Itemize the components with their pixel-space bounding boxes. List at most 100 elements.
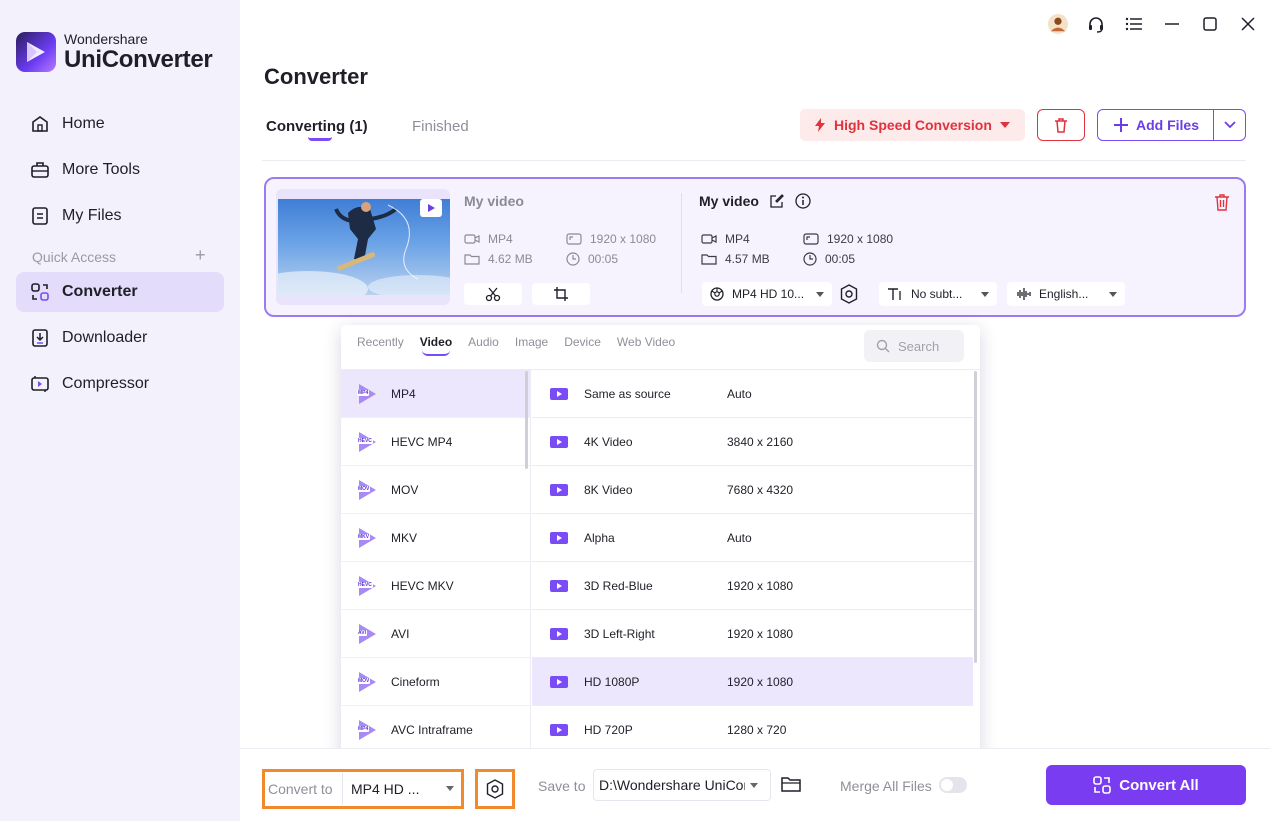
subtitle-select[interactable]: No subt... [879,282,997,306]
edit-icon[interactable] [769,193,785,209]
open-folder-icon[interactable] [781,775,801,798]
source-format: MP4 [464,232,513,246]
sidebar-item-downloader[interactable]: Downloader [16,318,224,358]
source-size: 4.62 MB [464,252,533,266]
preset-list-scrollbar[interactable] [974,371,977,663]
add-files-dropdown[interactable] [1214,110,1245,140]
add-files-main[interactable]: Add Files [1098,110,1213,140]
preset-item[interactable]: Same as source Auto [532,370,973,418]
tab-web-video[interactable]: Web Video [617,335,675,349]
format-item-hevc-mkv[interactable]: HEVC HEVC MKV [341,562,530,610]
add-quick-access-icon[interactable]: + [195,245,206,266]
sidebar-item-my-files[interactable]: My Files [16,196,224,236]
sidebar-item-compressor[interactable]: Compressor [16,364,224,404]
trim-button[interactable] [464,283,522,305]
sidebar-item-label: Compressor [62,375,150,392]
video-thumbnail[interactable] [276,189,450,305]
minimize-icon[interactable] [1162,12,1182,36]
folder-icon [701,254,717,265]
sidebar-item-label: More Tools [62,161,140,178]
convert-all-button[interactable]: Convert All [1046,765,1246,805]
footer-bar: Convert to MP4 HD ... Save to D:\Wonders… [240,748,1270,821]
crop-button[interactable] [532,283,590,305]
sidebar-item-more-tools[interactable]: More Tools [16,150,224,190]
target-duration: 00:05 [803,252,855,266]
sidebar-item-converter[interactable]: Converter [16,272,224,312]
chevron-down-icon [816,291,824,297]
support-headset-icon[interactable] [1086,12,1106,36]
format-item-cineform[interactable]: MOV Cineform [341,658,530,706]
preset-item[interactable]: HD 720P 1280 x 720 [532,706,973,754]
format-badge-icon: MOV [357,671,377,692]
video-preset-icon [550,435,568,448]
high-speed-conversion-button[interactable]: High Speed Conversion [800,109,1025,141]
resolution-icon [803,233,819,245]
preset-item[interactable]: 4K Video 3840 x 2160 [532,418,973,466]
target-file-name-row: My video [699,193,811,209]
merge-all-files-toggle[interactable] [939,777,967,793]
tab-video[interactable]: Video [420,335,452,356]
add-files-button[interactable]: Add Files [1097,109,1246,141]
chevron-down-icon [1109,291,1117,297]
preset-item[interactable]: 8K Video 7680 x 4320 [532,466,973,514]
resolution-icon [566,233,582,245]
sidebar-item-label: My Files [62,207,122,224]
tab-image[interactable]: Image [515,335,548,349]
audio-track-select[interactable]: English... [1007,282,1125,306]
plus-icon [1114,118,1128,132]
format-search-input[interactable]: Search [864,330,964,362]
target-file-name: My video [699,193,759,209]
format-category-tabs: Recently Video Audio Image Device Web Vi… [357,335,675,356]
format-item-hevc-mp4[interactable]: HEVC HEVC MP4 [341,418,530,466]
format-badge-icon: MP4 [357,719,377,740]
info-icon[interactable] [795,193,811,209]
scissors-icon [485,287,501,302]
source-resolution: 1920 x 1080 [566,232,656,246]
trash-icon [1055,118,1067,133]
menu-list-icon[interactable] [1124,12,1144,36]
preset-item[interactable]: Alpha Auto [532,514,973,562]
format-badge-icon: HEVC [357,431,377,452]
sidebar-item-home[interactable]: Home [16,104,224,144]
remove-file-icon[interactable] [1214,193,1230,216]
save-to-select[interactable]: D:\Wondershare UniConverter [593,769,771,801]
merge-all-files-label: Merge All Files [840,778,932,794]
format-item-mkv[interactable]: MKV MKV [341,514,530,562]
chevron-down-icon [446,786,454,791]
format-item-avc-intraframe[interactable]: MP4 AVC Intraframe [341,706,530,754]
target-size: 4.57 MB [701,252,770,266]
convert-to-select[interactable]: MP4 HD ... [342,773,460,805]
output-format-select[interactable]: MP4 HD 10... [702,282,832,306]
format-item-mov[interactable]: MOV MOV [341,466,530,514]
delete-all-button[interactable] [1037,109,1085,141]
maximize-icon[interactable] [1200,12,1220,36]
compressor-icon [31,376,49,392]
sidebar: Wondershare UniConverter Home More Tools… [0,0,240,821]
format-badge-icon: HEVC [357,575,377,596]
format-item-avi[interactable]: AVI AVI [341,610,530,658]
format-badge-icon: AVI [357,623,377,644]
close-icon[interactable] [1238,12,1258,36]
uniconverter-logo-icon [16,32,56,72]
tab-converting[interactable]: Converting (1) [266,118,368,135]
chevron-down-icon [750,783,758,788]
video-preset-icon [550,627,568,640]
tab-finished[interactable]: Finished [412,118,469,135]
tab-device[interactable]: Device [564,335,601,349]
preset-item[interactable]: 3D Red-Blue 1920 x 1080 [532,562,973,610]
account-avatar-icon[interactable] [1048,12,1068,36]
preset-item-selected[interactable]: HD 1080P 1920 x 1080 [532,658,973,706]
format-list-scrollbar[interactable] [525,371,528,469]
video-preset-icon [550,531,568,544]
add-files-label: Add Files [1136,117,1200,133]
format-item-mp4[interactable]: MP4 MP4 [341,370,530,418]
target-resolution: 1920 x 1080 [803,232,893,246]
play-icon[interactable] [420,199,442,217]
audio-waveform-icon [1017,288,1031,300]
output-settings-button[interactable] [475,769,515,809]
tab-audio[interactable]: Audio [468,335,499,349]
tab-recently[interactable]: Recently [357,335,404,349]
preset-item[interactable]: 3D Left-Right 1920 x 1080 [532,610,973,658]
format-settings-icon[interactable] [840,284,858,309]
video-camera-icon [464,234,480,244]
